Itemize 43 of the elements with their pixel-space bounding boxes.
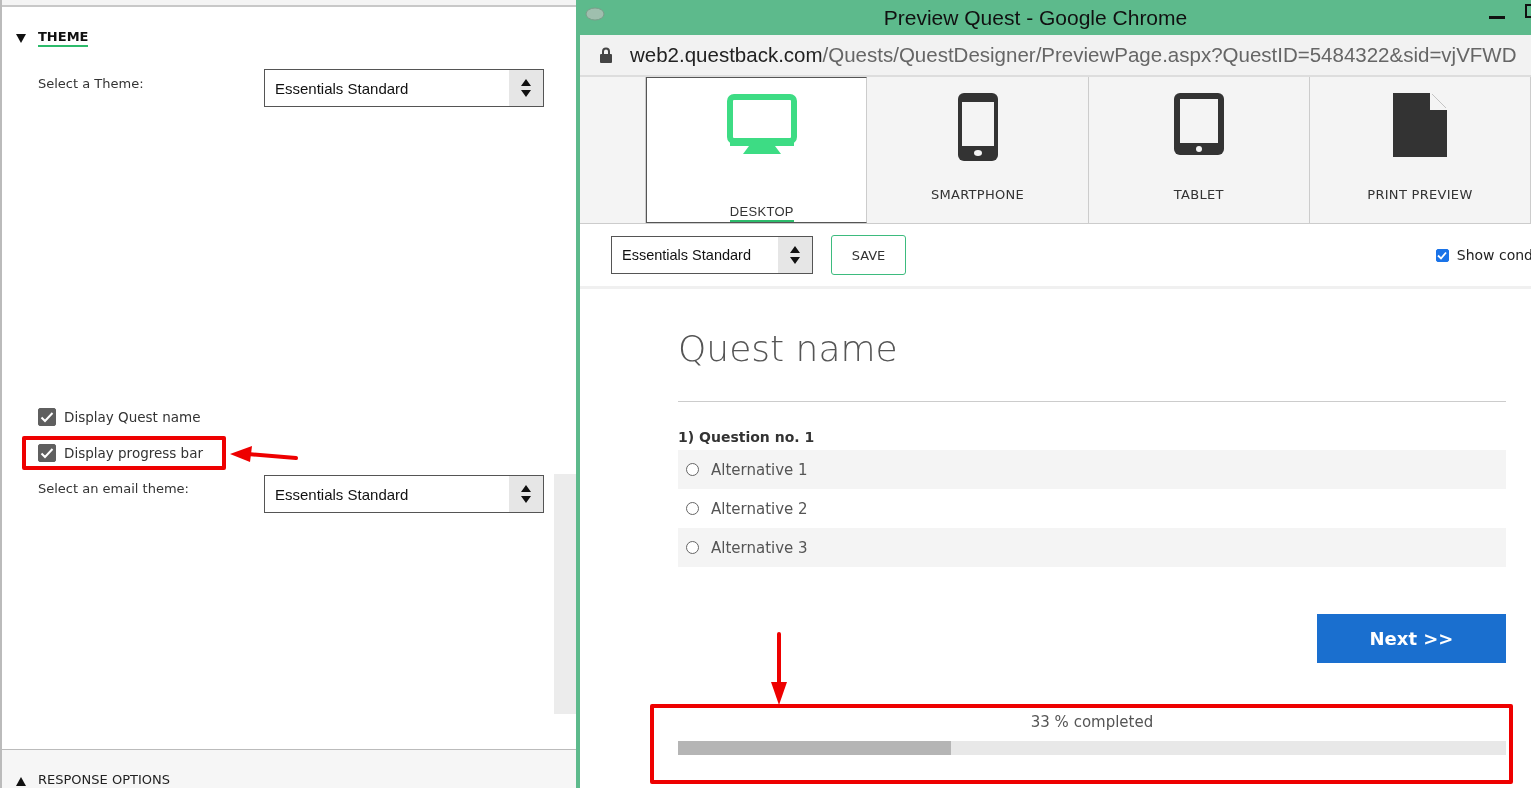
window-title: Preview Quest - Google Chrome xyxy=(883,5,1189,30)
checkbox-label[interactable]: Display Quest name xyxy=(64,409,201,425)
email-theme-select[interactable]: Essentials Standard xyxy=(264,475,544,513)
field-label: Select a Theme: xyxy=(37,75,145,91)
section-title[interactable]: THEME xyxy=(38,29,89,47)
lock-icon xyxy=(600,47,612,63)
quest-title: Quest name xyxy=(678,327,899,371)
checkbox-label[interactable]: Display progress bar xyxy=(64,445,203,461)
device-tab[interactable]: PRINT PREVIEW xyxy=(1309,77,1531,223)
checkbox[interactable] xyxy=(1435,248,1449,262)
save-button[interactable]: SAVE xyxy=(831,235,906,275)
next-button[interactable]: Next >> xyxy=(1317,614,1506,663)
theme-select[interactable]: Essentials Standard xyxy=(264,69,544,107)
device-tab[interactable]: SMARTPHONE xyxy=(867,77,1089,223)
question-text: 1) Question no. 1 xyxy=(678,429,816,447)
device-tab[interactable]: DESKTOP xyxy=(646,77,868,223)
window-button-icon[interactable] xyxy=(1525,4,1531,20)
minimize-icon[interactable] xyxy=(1489,16,1505,20)
section-header[interactable]: RESPONSE OPTIONS xyxy=(2,749,576,788)
answer-option[interactable]: Alternative 3 xyxy=(678,528,1506,567)
progress-label: 33 % completed xyxy=(1029,713,1155,731)
theme-select[interactable]: Essentials Standard xyxy=(611,236,813,274)
checkbox[interactable] xyxy=(38,444,56,462)
radio-button[interactable] xyxy=(686,463,699,476)
answer-option[interactable]: Alternative 1 xyxy=(678,450,1506,489)
checkbox-label[interactable]: Show cond xyxy=(1456,247,1531,263)
field-label: Select an email theme: xyxy=(37,480,190,496)
expand-triangle-icon[interactable] xyxy=(16,33,26,43)
checkbox[interactable] xyxy=(38,408,56,426)
option-label: Alternative 2 xyxy=(711,499,808,518)
option-label: Alternative 3 xyxy=(711,538,808,557)
radio-button[interactable] xyxy=(686,541,699,554)
spinner-arrows-icon xyxy=(509,70,543,106)
option-label: Alternative 1 xyxy=(711,460,808,479)
address-field[interactable]: web2.questback.com/Quests/QuestDesigner/PreviewPage.aspx?QuestID=5484322&sid=vjVFWD xyxy=(580,35,1531,77)
app-icon xyxy=(584,6,606,22)
device-tab[interactable]: TABLET xyxy=(1088,77,1310,223)
spinner-arrows-icon xyxy=(778,237,812,273)
answer-option[interactable]: Alternative 2 xyxy=(678,489,1506,528)
spinner-arrows-icon xyxy=(509,476,543,512)
smartphone-icon xyxy=(957,93,998,163)
radio-button[interactable] xyxy=(686,502,699,515)
scrollbar[interactable] xyxy=(554,474,576,714)
